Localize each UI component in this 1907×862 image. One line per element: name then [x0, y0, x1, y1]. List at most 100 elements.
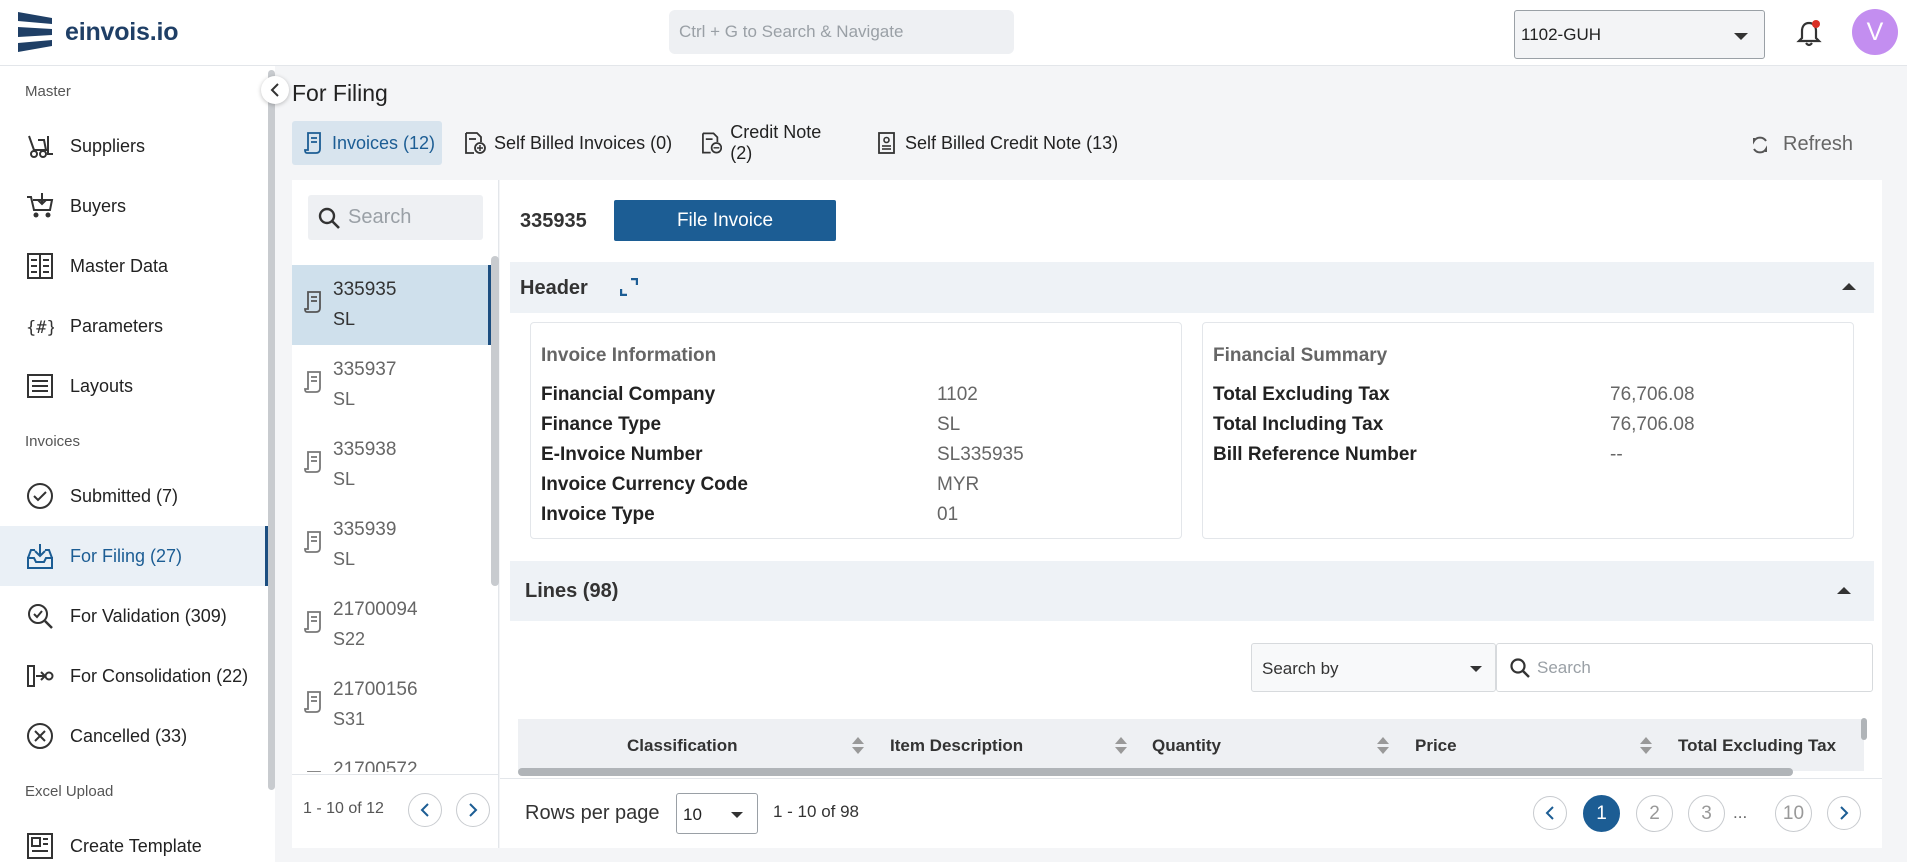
expand-icon[interactable]: [620, 278, 638, 296]
header-section-bar[interactable]: Header: [510, 262, 1874, 313]
cart-icon: [27, 193, 54, 218]
brand-logo[interactable]: einvois.io: [18, 12, 179, 52]
list-item-number: 335938: [333, 439, 397, 460]
collapse-sidebar-button[interactable]: [261, 76, 289, 104]
column-header-classification[interactable]: Classification: [627, 736, 738, 756]
file-invoice-button[interactable]: File Invoice: [614, 200, 836, 241]
page-1-button[interactable]: 1: [1583, 795, 1620, 832]
user-avatar[interactable]: V: [1852, 9, 1898, 55]
list-search[interactable]: [308, 195, 483, 240]
invoice-detail-panel: 335935 File Invoice Header Invoice Infor…: [500, 180, 1882, 848]
sidebar-item-buyers[interactable]: Buyers: [0, 176, 268, 236]
header-section-title: Header: [520, 277, 588, 299]
logo-icon: [18, 12, 52, 52]
info-label: Invoice Currency Code: [541, 474, 748, 495]
chevron-left-icon: [1545, 806, 1554, 820]
forklift-icon: [28, 135, 53, 158]
sidebar-section-master: Master: [25, 83, 71, 100]
chevron-down-icon: [1734, 33, 1748, 40]
search-by-select[interactable]: Search by: [1251, 643, 1496, 692]
notification-bell-icon[interactable]: [1795, 18, 1823, 48]
list-count: 1 - 10 of 12: [303, 800, 384, 817]
column-header-quantity[interactable]: Quantity: [1152, 736, 1221, 756]
chevron-down-icon: [1470, 666, 1482, 672]
next-page-button[interactable]: [1827, 796, 1861, 830]
layouts-icon: [27, 374, 53, 398]
list-item-number: 335939: [333, 519, 397, 540]
refresh-button[interactable]: Refresh: [1751, 133, 1853, 156]
top-bar: einvois.io 1102-GUH V: [0, 0, 1907, 66]
rows-per-page-label: Rows per page: [525, 802, 660, 824]
search-icon: [318, 207, 340, 229]
invoice-doc-icon: [304, 371, 321, 393]
column-header-total-excluding-tax[interactable]: Total Excluding Tax: [1678, 736, 1836, 756]
list-item[interactable]: 21700094 S22: [292, 585, 492, 665]
tab-credit-note[interactable]: Credit Note (2): [699, 121, 844, 165]
chevron-down-icon: [731, 812, 743, 818]
sort-icon[interactable]: [1115, 737, 1127, 757]
column-header-item-description[interactable]: Item Description: [890, 736, 1023, 756]
list-item[interactable]: 21700572: [292, 745, 492, 772]
company-select[interactable]: 1102-GUH: [1514, 10, 1765, 59]
chevron-up-icon[interactable]: [1837, 587, 1851, 594]
sidebar-item-for-consolidation[interactable]: For Consolidation (22): [0, 646, 268, 706]
sidebar-scrollbar[interactable]: [268, 70, 275, 790]
list-item[interactable]: 335939 SL: [292, 505, 492, 585]
lines-search[interactable]: [1496, 643, 1873, 692]
column-header-price[interactable]: Price: [1415, 736, 1457, 756]
tab-self-billed-credit-note[interactable]: Self Billed Credit Note (13): [875, 121, 1135, 165]
sidebar-item-label: Create Template: [70, 836, 202, 856]
check-circle-icon: [27, 483, 53, 509]
sidebar-item-for-filing[interactable]: For Filing (27): [0, 526, 268, 586]
sidebar-item-layouts[interactable]: Layouts: [0, 356, 268, 416]
rows-per-page-select[interactable]: 10: [676, 793, 758, 834]
sidebar-item-cancelled[interactable]: Cancelled (33): [0, 706, 268, 766]
list-search-input[interactable]: [348, 195, 478, 240]
sidebar-item-submitted[interactable]: Submitted (7): [0, 466, 268, 526]
list-next-page-button[interactable]: [456, 793, 490, 827]
company-select-value: 1102-GUH: [1521, 25, 1601, 44]
sidebar-item-parameters[interactable]: {#} Parameters: [0, 296, 268, 356]
global-search-input[interactable]: [669, 10, 1014, 54]
invoice-information-card: Invoice Information Financial Company 110…: [530, 322, 1182, 539]
sort-icon[interactable]: [1377, 737, 1389, 757]
list-item-type: SL: [333, 389, 356, 409]
summary-label: Total Including Tax: [1213, 414, 1384, 435]
inbox-download-icon: [27, 544, 53, 569]
invoice-doc-icon: [304, 691, 321, 713]
lines-search-input[interactable]: [1537, 644, 1867, 691]
chevron-up-icon[interactable]: [1842, 283, 1856, 290]
list-prev-page-button[interactable]: [408, 793, 442, 827]
chevron-right-icon: [469, 803, 478, 817]
table-horizontal-scrollbar[interactable]: [518, 768, 1793, 776]
sort-icon[interactable]: [1640, 737, 1652, 757]
sidebar-item-label: Buyers: [70, 196, 127, 216]
sidebar-section-excel-upload: Excel Upload: [25, 783, 114, 800]
info-label: Finance Type: [541, 414, 662, 435]
page-10-button[interactable]: 10: [1775, 795, 1812, 832]
list-item[interactable]: 335938 SL: [292, 425, 492, 505]
chevron-left-icon: [270, 83, 279, 97]
invoice-doc-icon: [304, 291, 321, 313]
lines-section-bar[interactable]: Lines (98): [510, 561, 1874, 621]
invoice-list-panel: 335935 SL 335937 SL 335938 SL 335939 SL …: [292, 180, 499, 848]
page-2-button[interactable]: 2: [1636, 795, 1673, 832]
list-item[interactable]: 335935 SL: [292, 265, 492, 345]
sidebar-item-label: For Filing (27): [70, 546, 183, 566]
tab-invoices[interactable]: Invoices (12): [292, 121, 442, 165]
prev-page-button[interactable]: [1533, 796, 1567, 830]
list-item[interactable]: 335937 SL: [292, 345, 492, 425]
list-item[interactable]: 21700156 S31: [292, 665, 492, 745]
table-vertical-scrollbar[interactable]: [1861, 718, 1867, 740]
sidebar-item-suppliers[interactable]: Suppliers: [0, 116, 268, 176]
sidebar-item-for-validation[interactable]: For Validation (309): [0, 586, 268, 646]
info-label: Financial Company: [541, 384, 716, 405]
sort-icon[interactable]: [852, 737, 864, 757]
page-3-button[interactable]: 3: [1688, 795, 1725, 832]
tab-self-billed-invoices[interactable]: Self Billed Invoices (0): [462, 121, 687, 165]
sidebar-item-master-data[interactable]: Master Data: [0, 236, 268, 296]
list-scrollbar[interactable]: [491, 256, 499, 586]
sidebar-item-create-template[interactable]: Create Template: [0, 816, 268, 862]
invoice-information-title: Invoice Information: [541, 345, 717, 366]
tab-label: Invoices (12): [332, 132, 436, 153]
